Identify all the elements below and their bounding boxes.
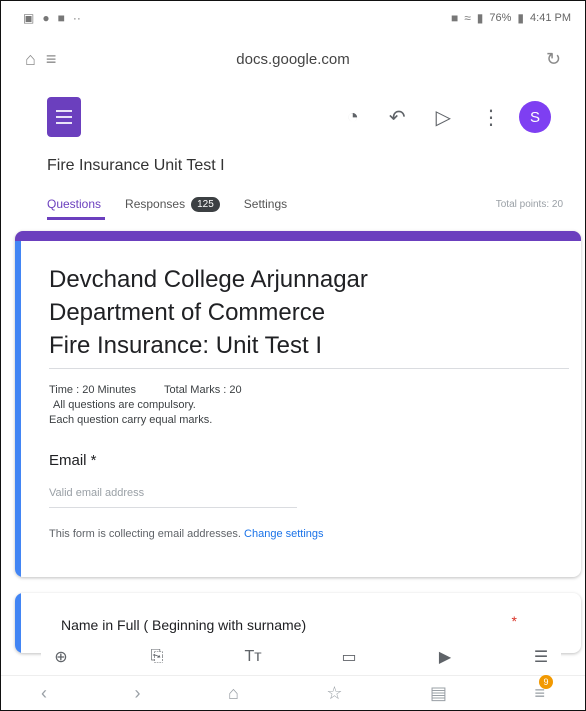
phone-screen: ▣ ● ■ ·· ■ ≈ ▮ 76% ▮ 4:41 PM ⌂ ≡ docs.go…	[0, 0, 586, 711]
chat-icon: ●	[42, 11, 50, 25]
clock: 4:41 PM	[530, 12, 571, 24]
gallery-icon: ▣	[23, 11, 35, 25]
add-section-icon[interactable]: ☰	[521, 647, 561, 667]
tab-settings-label: Settings	[243, 197, 288, 211]
add-video-icon[interactable]: ▶	[425, 647, 465, 667]
battery-icon: ▮	[517, 11, 525, 25]
form-title[interactable]: Fire Insurance Unit Test I	[47, 157, 225, 175]
header-line-college[interactable]: Devchand College Arjunnagar	[49, 263, 551, 296]
url-left-icons: ⌂ ≡	[25, 49, 165, 70]
tab-responses-label: Responses	[125, 197, 186, 211]
status-bar: ▣ ● ■ ·· ■ ≈ ▮ 76% ▮ 4:41 PM	[1, 1, 585, 35]
form-description[interactable]: Time : 20 Minutes Total Marks : 20 All q…	[49, 383, 551, 428]
palette-icon[interactable]: ◔	[347, 106, 359, 129]
email-label: Email *	[49, 452, 97, 469]
question-title[interactable]: Name in Full ( Beginning with surname)	[61, 617, 306, 633]
home-nav-icon[interactable]: ⌂	[228, 683, 239, 704]
status-left-icons: ▣ ● ■ ··	[23, 11, 81, 25]
back-icon[interactable]: ‹	[41, 683, 47, 704]
url-right-icons: ↻	[421, 49, 561, 70]
time-marks-row: Time : 20 Minutes Total Marks : 20	[49, 383, 551, 398]
avatar[interactable]: S	[519, 101, 551, 133]
instruction-equal-marks: Each question carry equal marks.	[49, 414, 213, 426]
bookmark-star-icon[interactable]: ☆	[326, 683, 342, 704]
import-questions-icon[interactable]: ⎘	[137, 648, 177, 666]
form-header-content: Devchand College Arjunnagar Department o…	[49, 263, 569, 542]
forms-toolbar: ◔ ↶ ▷ ⋮ S	[1, 87, 585, 147]
url-text[interactable]: docs.google.com	[165, 51, 421, 68]
signal-icon: ▮	[476, 11, 484, 25]
google-forms-logo-icon[interactable]	[47, 97, 81, 137]
browser-nav-bar: ‹ › ⌂ ☆ ▤ ≡ 9	[1, 675, 585, 710]
lock-icon[interactable]: ≡	[46, 49, 57, 70]
alarm-icon: ■	[450, 11, 459, 25]
tab-responses[interactable]: Responses 125	[125, 196, 220, 212]
instruction-compulsory: All questions are compulsory.	[53, 399, 196, 411]
status-right-icons: ■ ≈ ▮ 76% ▮ 4:41 PM	[451, 11, 571, 25]
battery-percentage: 76%	[489, 12, 512, 24]
tab-questions[interactable]: Questions	[47, 197, 106, 220]
form-edit-toolbar: ⊕ ⎘ Tт ▭ ▶ ☰	[41, 641, 561, 673]
email-notice-text: This form is collecting email addresses.	[49, 528, 241, 540]
change-settings-link[interactable]: Change settings	[244, 528, 324, 540]
forward-icon[interactable]: ›	[134, 683, 140, 704]
title-underline	[49, 368, 569, 369]
message-icon: ■	[57, 11, 65, 25]
responses-count-badge: 125	[191, 196, 220, 212]
notification-badge: 9	[538, 675, 553, 689]
form-tabs: Questions Responses 125 Settings Total p…	[1, 189, 585, 220]
tab-settings[interactable]: Settings	[244, 197, 287, 211]
wifi-icon: ≈	[464, 11, 471, 25]
time-limit: Time : 20 Minutes	[49, 384, 137, 396]
toolbar-actions: ◔ ↶ ▷ ⋮	[347, 105, 501, 130]
total-points: Total points: 20	[495, 198, 563, 210]
home-icon[interactable]: ⌂	[25, 49, 36, 70]
tab-questions-label: Questions	[47, 197, 102, 211]
browser-url-bar: ⌂ ≡ docs.google.com ↻	[1, 39, 585, 79]
send-icon[interactable]: ▷	[436, 105, 451, 130]
email-collection-notice: This form is collecting email addresses.…	[49, 526, 489, 542]
tabs-icon[interactable]: ▤	[430, 683, 447, 704]
form-header-card[interactable]: Devchand College Arjunnagar Department o…	[15, 231, 581, 577]
add-title-icon[interactable]: Tт	[233, 648, 273, 666]
more-notifications-icon: ··	[72, 11, 81, 25]
more-vert-icon[interactable]: ⋮	[481, 105, 501, 130]
total-marks: Total Marks : 20	[164, 384, 242, 396]
header-line-test[interactable]: Fire Insurance: Unit Test I	[49, 329, 551, 362]
email-field[interactable]: Valid email address	[49, 487, 297, 508]
required-asterisk: *	[511, 613, 517, 629]
add-image-icon[interactable]: ▭	[329, 647, 369, 667]
header-line-department[interactable]: Department of Commerce	[49, 296, 551, 329]
add-question-icon[interactable]: ⊕	[41, 647, 81, 667]
menu-icon[interactable]: ≡ 9	[534, 675, 553, 704]
reload-icon[interactable]: ↻	[546, 49, 561, 69]
undo-icon[interactable]: ↶	[389, 105, 406, 130]
